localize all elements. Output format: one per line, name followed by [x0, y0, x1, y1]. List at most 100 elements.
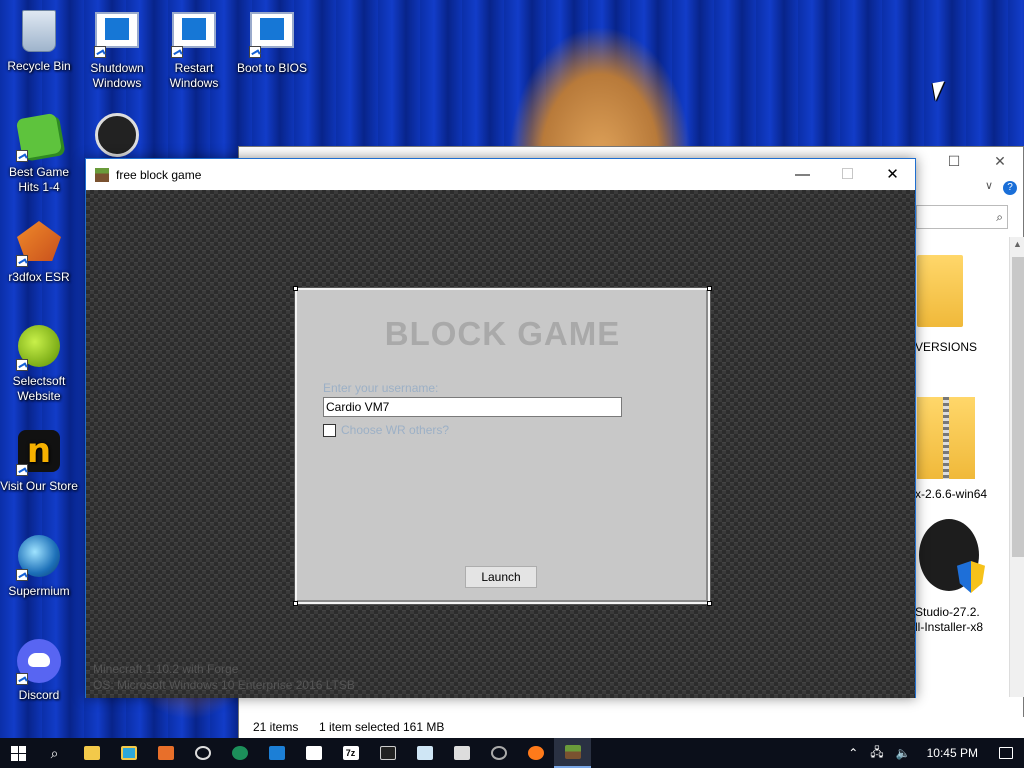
desktop-icon-label: Visit Our Store [0, 479, 78, 493]
desktop-icon-label: Selectsoft Website [12, 374, 66, 403]
scroll-up-icon[interactable]: ▲ [1013, 239, 1022, 249]
r3dfox-icon [16, 221, 62, 267]
desktop-icon-restart[interactable]: Restart Windows [155, 8, 233, 91]
taskbar-firefox[interactable] [517, 738, 554, 768]
taskbar-app-blue[interactable] [258, 738, 295, 768]
desktop-icon-supermium[interactable]: Supermium [0, 533, 78, 599]
taskbar: ⌕ 7z ⌃ 🖧 🔈 10:45 PM [0, 738, 1024, 768]
folder-icon[interactable] [917, 255, 963, 327]
block-game-window: free block game — ☐ ✕ BLOCK GAME Enter y… [85, 158, 916, 698]
minimize-button[interactable]: — [780, 159, 825, 190]
maximize-button[interactable]: ☐ [825, 159, 870, 190]
username-label: Enter your username: [323, 381, 439, 395]
desktop-icon-best-game-hits[interactable]: Best Game Hits 1-4 [0, 112, 78, 195]
taskbar-obs[interactable] [184, 738, 221, 768]
username-input[interactable]: Cardio VM7 [323, 397, 622, 417]
login-dialog: BLOCK GAME Enter your username: Cardio V… [293, 286, 712, 606]
selectsoft-icon [16, 325, 62, 371]
game-titlebar[interactable]: free block game — ☐ ✕ [86, 159, 915, 190]
desktop-icon-store[interactable]: n Visit Our Store [0, 428, 78, 494]
desktop-icon-r3dfox[interactable]: r3dfox ESR [0, 218, 78, 285]
shield-icon [305, 746, 322, 760]
explorer-item-label[interactable]: x-2.6.6-win64 [915, 487, 987, 501]
dice-icon [15, 112, 63, 162]
desktop-icon-label: Best Game Hits 1-4 [8, 165, 70, 194]
taskbar-clock[interactable]: 10:45 PM [917, 746, 988, 760]
zip-folder-icon[interactable] [917, 397, 975, 479]
desktop-icon-label: Shutdown Windows [90, 61, 144, 90]
window-title: free block game [116, 167, 202, 182]
r3dfox-icon [157, 746, 174, 760]
volume-icon[interactable]: 🔈 [890, 746, 917, 760]
command-prompt-icon [379, 746, 396, 760]
block-game-app-icon [95, 167, 109, 182]
folder-icon [83, 746, 100, 760]
help-icon[interactable]: ? [1003, 181, 1017, 195]
supermium-icon [231, 746, 248, 760]
app-icon [268, 746, 285, 760]
desktop-icon-selectsoft[interactable]: Selectsoft Website [0, 323, 78, 404]
explorer-close-button[interactable]: ✕ [977, 153, 1023, 170]
taskbar-r3dfox[interactable] [147, 738, 184, 768]
notification-center-icon[interactable] [988, 738, 1024, 768]
taskbar-file-explorer[interactable] [73, 738, 110, 768]
block-game-icon [564, 745, 581, 759]
explorer-item-label[interactable]: ll-Installer-x8 [915, 620, 983, 634]
desktop-icon-boot-bios[interactable]: Boot to BIOS [233, 8, 311, 76]
desktop-icon-shutdown[interactable]: Shutdown Windows [78, 8, 156, 91]
taskbar-app-task-view[interactable] [110, 738, 147, 768]
chevron-down-icon[interactable]: ∨ [985, 179, 993, 192]
bios-shortcut-icon [249, 12, 295, 58]
dialog-heading: BLOCK GAME [384, 315, 621, 352]
launch-button[interactable]: Launch [465, 566, 537, 588]
start-button[interactable] [0, 738, 36, 768]
desktop-icon-discord[interactable]: Discord [0, 638, 78, 703]
taskbar-defender[interactable] [295, 738, 332, 768]
recycle-bin-icon [16, 10, 62, 56]
close-button[interactable]: ✕ [870, 159, 915, 190]
selection-count: 1 item selected [319, 720, 400, 734]
taskbar-notepad[interactable] [406, 738, 443, 768]
taskbar-7zip[interactable]: 7z [332, 738, 369, 768]
options-checkbox-label[interactable]: Choose WR others? [341, 423, 449, 437]
desktop-icon-label: Restart Windows [169, 61, 219, 90]
explorer-item-label[interactable]: VERSIONS [915, 340, 977, 354]
game-client-area: BLOCK GAME Enter your username: Cardio V… [86, 190, 915, 698]
obs-icon [194, 746, 211, 760]
7zip-icon: 7z [342, 746, 359, 760]
options-checkbox[interactable] [323, 424, 336, 437]
explorer-scrollbar[interactable]: ▲ [1009, 237, 1024, 697]
desktop-icon-label: Discord [18, 688, 60, 702]
taskbar-cmd[interactable] [369, 738, 406, 768]
explorer-maximize-button[interactable]: ☐ [931, 153, 977, 170]
store-icon: n [16, 430, 62, 476]
network-icon[interactable]: 🖧 [864, 743, 889, 764]
taskbar-store[interactable] [443, 738, 480, 768]
desktop-icon-label: r3dfox ESR [8, 270, 70, 284]
discord-icon [16, 639, 62, 685]
desktop-icon-label: Recycle Bin [7, 59, 71, 73]
desktop-icon-recycle-bin[interactable]: Recycle Bin [0, 8, 78, 74]
taskbar-supermium[interactable] [221, 738, 258, 768]
desktop-icon-obs[interactable] [78, 112, 156, 162]
taskbar-obs-2[interactable] [480, 738, 517, 768]
supermium-icon [16, 535, 62, 581]
taskbar-search-button[interactable]: ⌕ [36, 738, 73, 768]
windows-logo-icon [10, 745, 26, 761]
store-icon [453, 746, 470, 760]
search-icon: ⌕ [996, 210, 1003, 224]
selection-size: 161 MB [403, 720, 445, 734]
obs-icon [490, 746, 507, 760]
notepad-icon [416, 746, 433, 760]
taskbar-block-game[interactable] [554, 738, 591, 768]
desktop-icon-label: Supermium [8, 584, 70, 598]
explorer-search-input[interactable]: ⌕ [916, 205, 1008, 229]
desktop-icon-label: Boot to BIOS [236, 61, 308, 75]
item-count: 21 items [253, 720, 299, 734]
version-info: Minecraft 1.10.2 with Forge [93, 662, 239, 676]
shutdown-shortcut-icon [94, 12, 140, 58]
os-info: OS: Microsoft Windows 10 Enterprise 2016… [93, 678, 355, 692]
explorer-item-label[interactable]: Studio-27.2. [915, 605, 980, 619]
search-icon: ⌕ [50, 744, 59, 761]
tray-chevron-up-icon[interactable]: ⌃ [842, 746, 864, 760]
